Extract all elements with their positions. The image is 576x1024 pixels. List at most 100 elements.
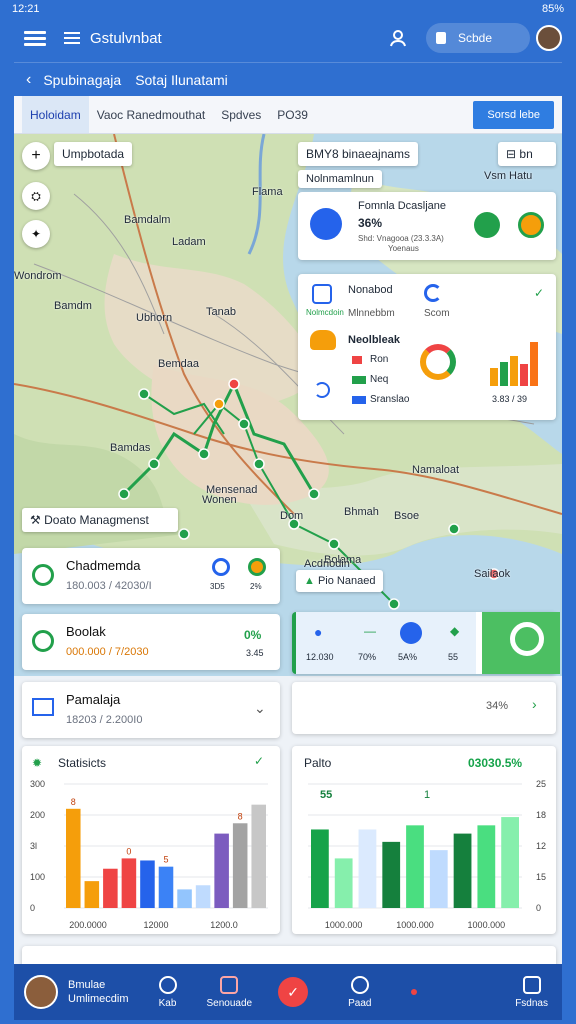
nav-item[interactable]: Fsdnas (515, 975, 548, 1009)
menu-icon[interactable] (24, 28, 46, 49)
bar (140, 860, 155, 908)
place-label: Vsm Hatu (484, 170, 533, 182)
avatar[interactable] (24, 975, 58, 1009)
details-row1-sub2: Mlnnebbm (348, 308, 395, 319)
status-battery: 85% (541, 3, 564, 15)
compass-icon[interactable]: ✦ (22, 220, 50, 248)
bar (311, 829, 329, 908)
user-title: Bmulae (68, 979, 106, 991)
globe-icon (310, 208, 342, 240)
list-item-pct: 3.45 (246, 648, 264, 658)
avatar[interactable] (536, 25, 562, 51)
x-tick-label: 1000.000 (396, 920, 434, 930)
details-row1-sub1: Nolmcdoin (306, 308, 344, 317)
metric-label: 70% (358, 652, 377, 662)
back-icon[interactable]: ‹ (26, 71, 31, 89)
layers-icon[interactable]: ⛭ (22, 182, 50, 210)
tab-bar: Holoidam Vaoc Ranedmouthat Spdves PO39 S… (14, 96, 562, 134)
map-marker (328, 538, 340, 550)
account-pill[interactable]: Scbde (426, 23, 530, 53)
lock-icon (436, 32, 446, 44)
metrics-strip[interactable]: ● — ◆ 12.030 70% 5A% 55 (292, 612, 560, 674)
place-label: Sailaok (474, 568, 511, 580)
profile-icon[interactable] (388, 28, 408, 48)
data-label: 1 (424, 789, 430, 801)
trend-icon[interactable] (474, 212, 500, 238)
list-icon[interactable] (64, 29, 80, 47)
x-tick-label: 200.0000 (69, 920, 107, 930)
tab-2[interactable]: Vaoc Ranedmouthat (89, 96, 214, 133)
details-card: Nonabod Nolmcdoin Mlnnebbm Scom ✓ Neolbl… (298, 274, 556, 420)
y-tick-label: 0 (30, 903, 35, 913)
map-filter-button[interactable]: ⊟ bn (498, 142, 556, 166)
bar (334, 858, 353, 908)
place-label: Namaloat (412, 464, 460, 476)
tab-action-button[interactable]: Sorsd lebe (473, 100, 554, 129)
list-item-sub: 18203 / 2.200I0 (66, 714, 143, 726)
summary-card[interactable]: Fomnla Dcasljane 36% Shd: Vnagooa (23.3.… (298, 192, 556, 260)
chart-icon[interactable] (518, 212, 544, 238)
donut-chart (420, 344, 456, 380)
nav-item[interactable]: Paad (348, 975, 371, 1009)
map-title-label: BMY8 binaeajnams (298, 142, 419, 166)
filter-icon: ⊟ (506, 147, 517, 161)
map-chip-label: Pio Nanaed (317, 575, 376, 587)
summary-row[interactable]: 34% › (292, 682, 556, 734)
place-label: Bamdm (54, 300, 92, 312)
legend-label: Ron (370, 354, 389, 365)
breadcrumb-item[interactable]: Spubinagaja (43, 72, 121, 88)
metric-label: 12.030 (306, 652, 334, 662)
legend-swatch (352, 376, 366, 384)
action-button[interactable]: ✓ (278, 977, 309, 1007)
y-tick-label: 15 (536, 872, 546, 882)
list-item[interactable]: Chadmemda 180.003 / 42030/I 3D5 2% (22, 548, 280, 604)
tab-active[interactable]: Holoidam (22, 96, 89, 133)
map-marker (308, 488, 320, 500)
refresh-icon[interactable] (424, 284, 442, 302)
list-item[interactable]: Boolak 000.000 / 7/2030 0% 3.45 (22, 614, 280, 670)
details-footer: 3.83 / 39 (492, 394, 528, 404)
summary-title: Fomnla Dcasljane (358, 200, 447, 212)
map-chip[interactable]: ▲ Pio Nanaed (296, 570, 384, 592)
nav-item[interactable]: Senouade (207, 975, 252, 1009)
sync-icon (212, 558, 230, 576)
map-filter-label: bn (519, 147, 533, 161)
more-card[interactable] (22, 946, 556, 964)
list-item-sub: 000.000 / 7/2030 (66, 646, 149, 658)
bar (214, 833, 229, 908)
map-region-label: Umpbotada (54, 142, 133, 166)
map-marker (238, 418, 250, 430)
chevron-right-icon[interactable]: › (532, 696, 537, 712)
tab-3[interactable]: Spdves (213, 96, 269, 133)
list-item-name: Boolak (66, 624, 106, 639)
y-tick-label: 100 (30, 872, 45, 882)
zoom-in-button[interactable]: + (22, 142, 50, 170)
place-label: Ubhorn (136, 312, 173, 324)
nav-item[interactable]: Kab (158, 975, 177, 1009)
statistics-card: ✹ Statisicts ✓ 300 200 3l 100 0 8 0 5 8 200.0000 1… (22, 746, 280, 934)
list-item-tag: 0% (244, 628, 262, 642)
data-label: 55 (320, 789, 332, 801)
list-item-sub: 180.003 / 42030/I (66, 580, 152, 592)
main-panel: Holoidam Vaoc Ranedmouthat Spdves PO39 S… (14, 96, 562, 964)
bar (251, 804, 266, 908)
tab-4[interactable]: PO39 (269, 96, 316, 133)
list-item-pct: 2% (250, 582, 262, 591)
map-marker (228, 378, 240, 390)
bar (382, 841, 401, 908)
map-marker (198, 448, 210, 460)
list-item[interactable]: Pamalaja 18203 / 2.200I0 ⌄ (22, 682, 280, 738)
list-item-name: Pamalaja (66, 692, 121, 707)
check-icon[interactable]: ✓ (254, 754, 264, 768)
place-label: Bemdaa (158, 358, 199, 370)
shield-icon (220, 975, 239, 994)
search-icon (350, 975, 369, 994)
y-tick-label: 300 (30, 779, 45, 789)
bar (453, 833, 472, 908)
compass-icon (400, 622, 422, 644)
chevron-down-icon[interactable]: ⌄ (254, 700, 266, 717)
status-time: 12:21 (12, 3, 40, 15)
bar (429, 850, 448, 908)
leaf-icon: ◆ (450, 624, 460, 638)
y-tick-label: 200 (30, 810, 45, 820)
